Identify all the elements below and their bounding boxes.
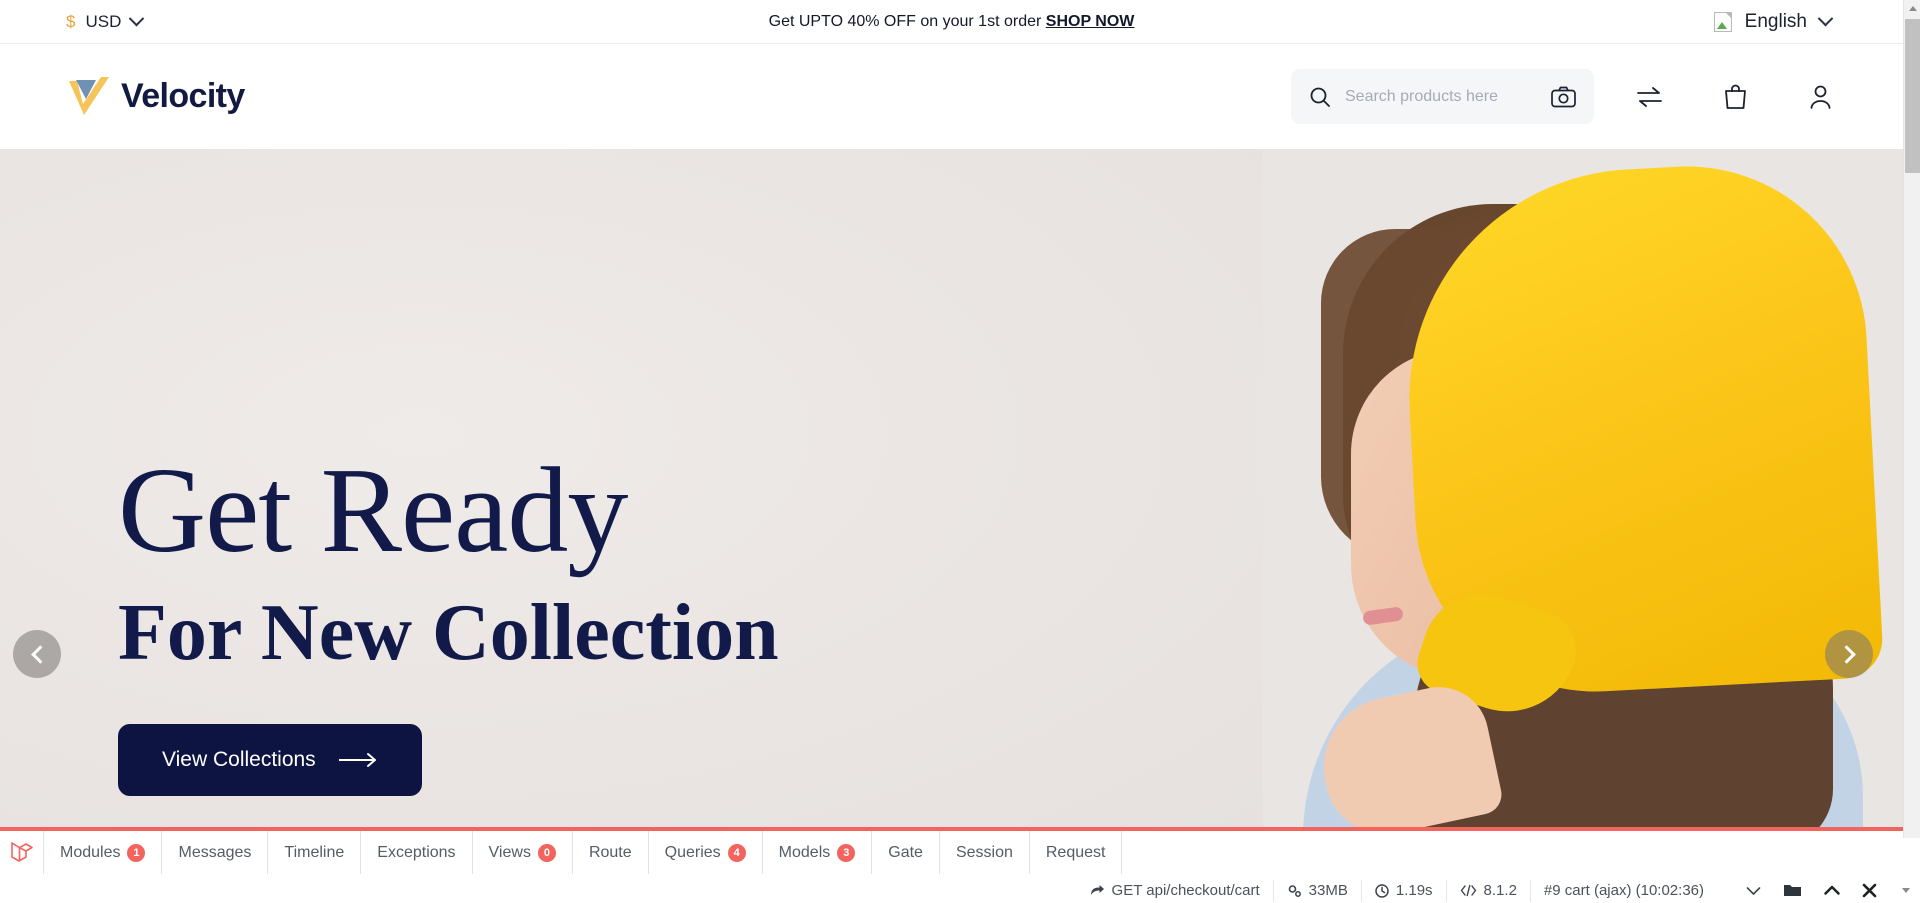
tab-label: Queries [664,843,721,861]
tab-label: Timeline [284,843,345,861]
stat-text: 8.1.2 [1483,882,1517,899]
debugbar-stat: #9 cart (ajax) (10:02:36) [1529,879,1717,902]
tab-label: Request [1045,843,1106,861]
debugbar-tab-models[interactable]: Models 3 [763,831,873,874]
debugbar-stat: GET api/checkout/cart [1077,880,1273,902]
tab-label: Exceptions [377,843,456,861]
debugbar-tab-gate[interactable]: Gate [872,831,940,874]
hero-model-photo [1263,149,1903,827]
stat-text: 1.19s [1395,882,1433,899]
tab-label: Messages [178,843,252,861]
stat-text: 33MB [1308,882,1348,899]
search-input[interactable]: Search products here [1345,88,1537,106]
debugbar-tab-timeline[interactable]: Timeline [268,831,362,874]
hero-headline-primary: Get Ready [118,443,628,578]
site-header: Velocity Search products here [0,44,1903,149]
scrollbar-thumb[interactable] [1905,19,1920,173]
chevron-down-icon [1817,10,1834,27]
brand-logo[interactable]: Velocity [66,75,245,119]
debugbar-stat: 1.19s [1360,879,1446,902]
view-collections-button[interactable]: View Collections [118,724,422,797]
stat-text: #9 cart (ajax) (10:02:36) [1543,882,1704,899]
laravel-debugbar: Modules 1 Messages Timeline Exceptions Views 0… [0,827,1920,903]
close-icon[interactable] [1851,883,1888,898]
page-scrollbar[interactable] [1903,0,1920,838]
tab-badge: 4 [727,843,746,862]
velocity-check-logo-icon [66,75,112,119]
camera-icon[interactable] [1551,86,1576,108]
carousel-next-button[interactable] [1825,630,1873,678]
laravel-logo-icon[interactable] [0,831,44,874]
stat-text: GET api/checkout/cart [1111,882,1260,899]
arrow-right-icon [338,752,378,768]
hero-carousel: Get Ready For New Collection View Collec… [0,149,1903,827]
debugbar-tab-request[interactable]: Request [1030,831,1123,874]
user-account-icon[interactable] [1808,84,1833,110]
tab-label: Views [488,843,531,861]
compare-icon[interactable] [1636,85,1663,109]
header-actions [1636,83,1833,110]
tab-badge: 1 [127,843,146,862]
promo-text: Get UPTO 40% OFF on your 1st order [768,12,1042,30]
chevron-right-icon [1836,644,1856,664]
clock-icon [1375,883,1389,898]
debugbar-tab-route[interactable]: Route [573,831,649,874]
hero-copy: Get Ready For New Collection View Collec… [118,443,779,797]
chevron-up-icon[interactable] [1813,885,1851,896]
code-icon [1460,884,1477,897]
chevron-down-icon [129,10,145,27]
share-arrow-icon [1090,884,1105,897]
debugbar-status: GET api/checkout/cart 33MB 1.19s 8.1.2 #9 ca… [0,874,1920,903]
debugbar-tab-modules[interactable]: Modules 1 [44,831,163,874]
search-icon [1309,86,1331,108]
tab-label: Gate [888,843,923,861]
debugbar-tab-views[interactable]: Views 0 [473,831,573,874]
debugbar-tabs: Modules 1 Messages Timeline Exceptions Views 0… [0,831,1920,874]
debugbar-tab-messages[interactable]: Messages [162,831,269,874]
triangle-up-icon [1908,6,1917,11]
chevron-left-icon [30,644,50,664]
carousel-prev-button[interactable] [13,630,61,678]
debugbar-tab-queries[interactable]: Queries 4 [649,831,763,874]
language-label: English [1744,10,1807,32]
debugbar-stat: 33MB [1272,879,1361,902]
hero-headline-secondary: For New Collection [118,589,779,678]
debugbar-tab-session[interactable]: Session [940,831,1030,874]
tab-label: Route [588,843,632,861]
tab-label: Modules [60,843,121,861]
tab-badge: 0 [537,843,556,862]
cart-bag-icon[interactable] [1723,83,1748,110]
currency-symbol: $ [66,11,76,31]
search-bar[interactable]: Search products here [1291,69,1594,124]
shop-now-link[interactable]: SHOP NOW [1046,13,1135,30]
currency-code: USD [85,11,122,31]
scrollbar-up-button[interactable] [1904,0,1920,17]
broken-image-icon [1713,11,1732,32]
language-selector[interactable]: English [1713,10,1834,33]
gears-icon [1287,884,1302,898]
folder-icon[interactable] [1772,883,1813,898]
promo-message: Get UPTO 40% OFF on your 1st order SHOP … [769,13,1135,31]
view-collections-label: View Collections [162,748,316,772]
chevron-down-icon[interactable] [1735,886,1772,896]
triangle-down-icon[interactable] [1902,888,1910,893]
page-root: $ USD Get UPTO 40% OFF on your 1st order… [0,0,1920,903]
currency-selector[interactable]: $ USD [66,10,145,32]
debugbar-stat: 8.1.2 [1445,879,1530,902]
announcement-bar: $ USD Get UPTO 40% OFF on your 1st order… [0,0,1903,44]
tab-badge: 3 [837,843,856,862]
tab-label: Session [955,843,1013,861]
debugbar-tab-exceptions[interactable]: Exceptions [361,831,473,874]
brand-name: Velocity [121,77,245,115]
tab-label: Models [778,843,831,861]
